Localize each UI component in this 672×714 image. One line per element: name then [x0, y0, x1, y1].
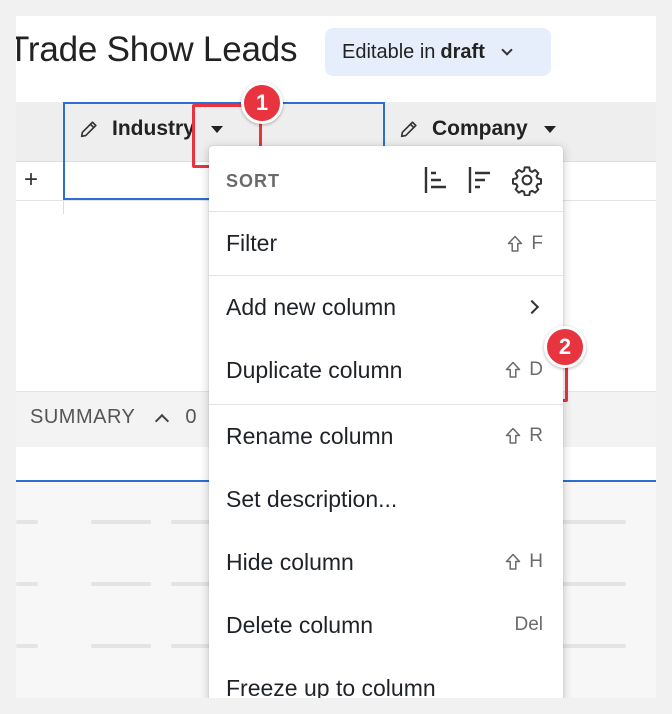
menu-item-label: Duplicate column: [226, 356, 403, 383]
menu-item-label: Filter: [226, 230, 278, 256]
placeholder-bar: [561, 520, 626, 524]
summary-label: SUMMARY: [30, 406, 136, 428]
status-emphasis: draft: [440, 40, 485, 63]
placeholder-bar: [561, 582, 626, 586]
pencil-icon: [80, 121, 97, 138]
shift-icon: [506, 553, 521, 570]
menu-item-hide-column[interactable]: Hide column H: [209, 532, 563, 592]
edit-status-button[interactable]: Editable in draft: [325, 28, 551, 76]
column-header-company[interactable]: Company: [398, 117, 556, 141]
pencil-icon: [400, 121, 417, 138]
page-title: Trade Show Leads: [16, 30, 298, 69]
placeholder-bar: [16, 644, 38, 648]
menu-item-label: Rename column: [226, 422, 394, 449]
menu-item-set-description[interactable]: Set description...: [209, 469, 563, 529]
shift-icon: [508, 235, 523, 252]
shortcut-hint: H: [505, 551, 543, 573]
menu-item-add-new-column[interactable]: Add new column: [209, 277, 563, 337]
menu-divider: [209, 404, 563, 405]
placeholder-bar: [171, 644, 211, 648]
menu-item-label: Delete column: [226, 611, 374, 638]
status-prefix: Editable in: [342, 40, 436, 63]
menu-item-duplicate-column[interactable]: Duplicate column D: [209, 340, 563, 400]
shortcut-key: R: [529, 425, 543, 446]
shortcut-key: Del: [514, 614, 543, 635]
caret-down-icon[interactable]: [543, 125, 556, 133]
placeholder-bar: [561, 644, 626, 648]
shortcut-hint: R: [505, 425, 543, 447]
menu-item-label: Add new column: [226, 293, 397, 320]
gear-icon[interactable]: [511, 164, 543, 196]
chevron-down-icon: [501, 43, 513, 56]
menu-divider: [209, 275, 563, 276]
placeholder-bar: [16, 582, 38, 586]
menu-item-label: Set description...: [226, 485, 398, 512]
shortcut-hint: F: [507, 233, 543, 255]
shortcut-key: F: [531, 232, 543, 254]
placeholder-bar: [171, 520, 211, 524]
menu-item-delete-column[interactable]: Delete column Del: [209, 595, 563, 655]
chevron-right-icon: [524, 299, 540, 315]
sort-section-label: SORT: [226, 171, 281, 191]
placeholder-bar: [91, 520, 151, 524]
shift-icon: [506, 427, 521, 444]
placeholder-bar: [171, 582, 211, 586]
sort-actions: [405, 164, 543, 196]
worksheet-frame: Trade Show Leads Editable in draft Indus…: [16, 16, 656, 698]
add-row-button[interactable]: +: [24, 166, 38, 194]
column-label: Company: [432, 117, 528, 140]
menu-item-freeze-up-to-column[interactable]: Freeze up to column: [209, 658, 563, 699]
callout-badge-2: 2: [544, 326, 586, 368]
placeholder-bar: [91, 644, 151, 648]
sort-ascending-icon[interactable]: [423, 165, 449, 195]
placeholder-bar: [91, 582, 151, 586]
placeholder-bar: [16, 520, 38, 524]
shortcut-key: H: [529, 551, 543, 572]
menu-item-filter[interactable]: Filter F: [209, 212, 563, 275]
shift-icon: [506, 361, 521, 378]
summary-count: 0: [185, 406, 197, 428]
shortcut-hint: D: [505, 359, 543, 381]
menu-item-rename-column[interactable]: Rename column R: [209, 406, 563, 466]
menu-item-label: Freeze up to column: [226, 674, 436, 699]
summary-toggle[interactable]: SUMMARY 0: [30, 406, 197, 429]
shortcut-hint: Del: [514, 614, 543, 636]
menu-item-label: Hide column: [226, 548, 354, 575]
shortcut-key: D: [529, 359, 543, 380]
sort-descending-icon[interactable]: [467, 165, 493, 195]
callout-badge-1: 1: [241, 82, 283, 124]
column-context-menu: SORT Filter F Add new column Duplicate c…: [209, 146, 563, 698]
chevron-up-icon: [155, 413, 170, 428]
column-label: Industry: [112, 117, 195, 140]
